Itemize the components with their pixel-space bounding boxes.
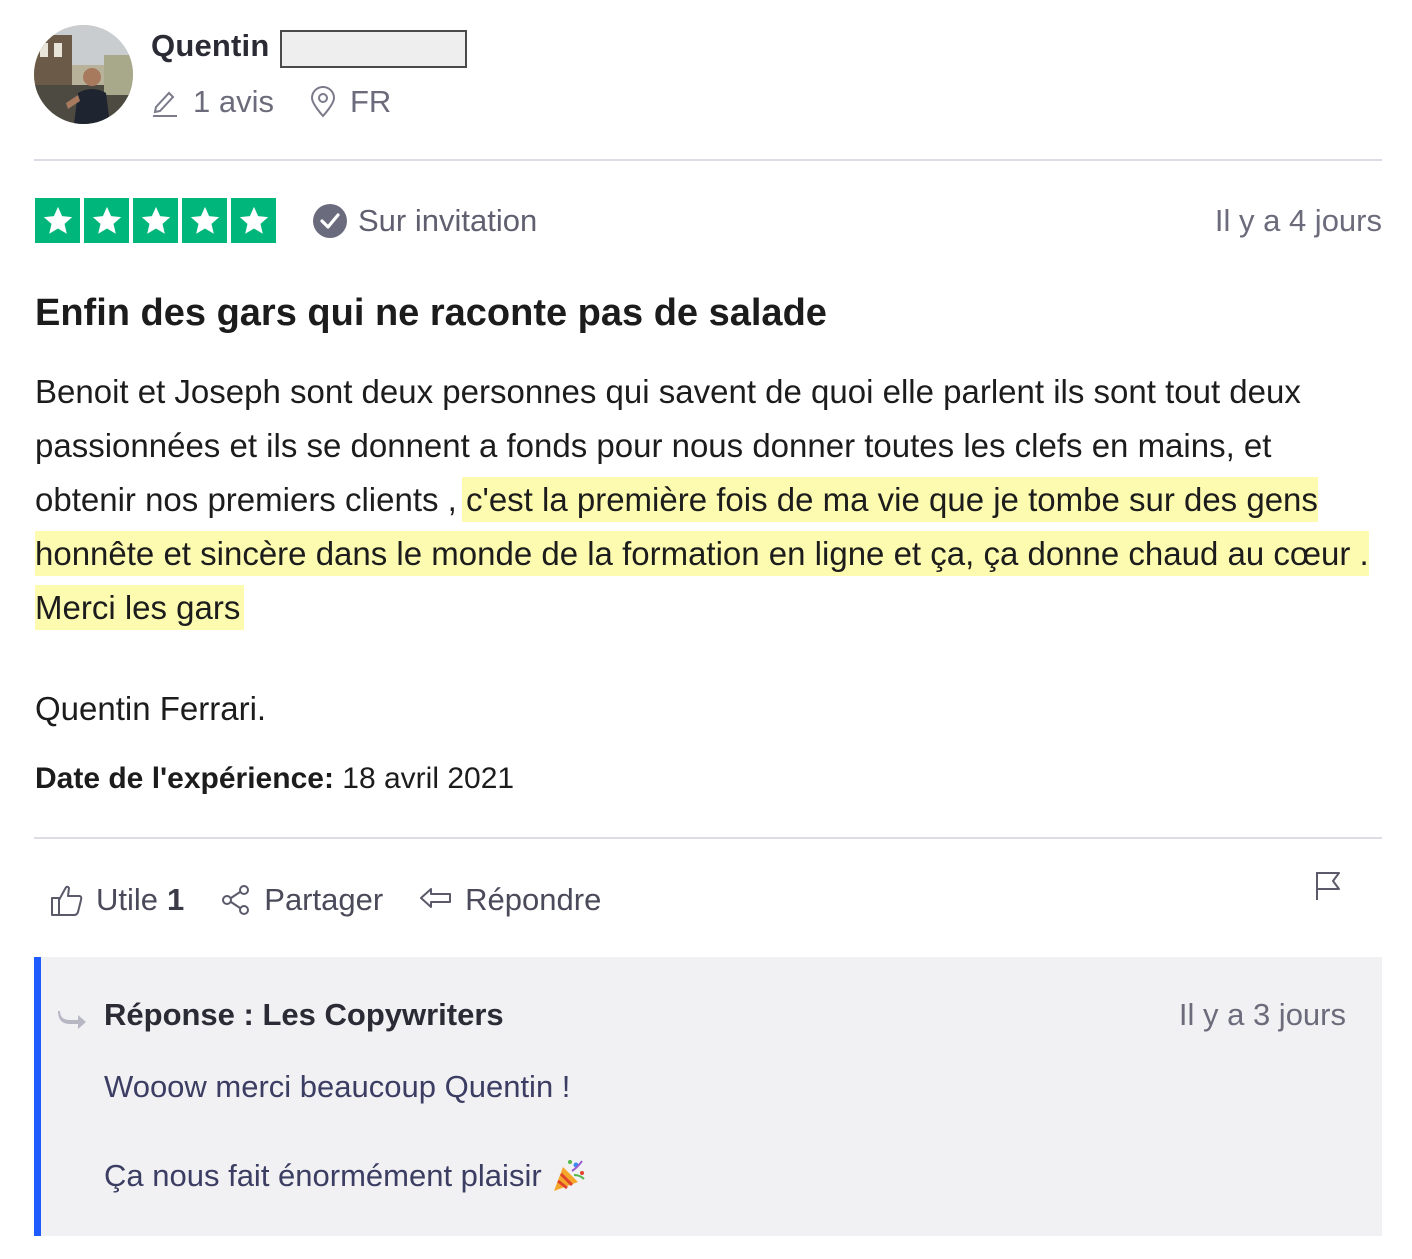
thumbs-up-icon (50, 883, 84, 917)
share-label: Partager (264, 882, 384, 917)
reply-accent-bar (34, 957, 41, 1236)
experience-date-label: Date de l'expérience: (35, 762, 334, 795)
reply-button[interactable]: Répondre (419, 882, 601, 918)
review-body: Benoit et Joseph sont deux personnes qui… (35, 365, 1375, 635)
location-pin-icon (310, 86, 336, 118)
reply-line-2-row: Ça nous fait énormément plaisir (104, 1158, 586, 1194)
star-icon (84, 198, 129, 243)
share-icon (220, 884, 252, 916)
star-icon (133, 198, 178, 243)
verified-check-icon (312, 203, 348, 239)
reviewer-avatar[interactable] (34, 25, 133, 124)
review-signature: Quentin Ferrari. (35, 690, 267, 727)
review-title: Enfin des gars qui ne raconte pas de sal… (35, 292, 827, 334)
experience-date: Date de l'expérience: 18 avril 2021 (35, 762, 514, 796)
useful-label: Utile (96, 882, 159, 917)
verification-label[interactable]: Sur invitation (312, 201, 537, 241)
redacted-surname (280, 30, 467, 68)
star-icon (35, 198, 80, 243)
star-icon (182, 198, 227, 243)
reply-date-relative: Il y a 3 jours (1178, 997, 1346, 1032)
pencil-icon (151, 87, 179, 117)
body-divider (34, 837, 1382, 839)
star-icon (231, 198, 276, 243)
reply-line-2: Ça nous fait énormément plaisir (104, 1158, 542, 1193)
share-button[interactable]: Partager (220, 882, 383, 918)
header-divider (34, 159, 1382, 161)
reply-heading: Réponse : Les Copywriters (104, 997, 504, 1032)
review-count: 1 avis (193, 84, 274, 119)
review-date-relative: Il y a 4 jours (1214, 203, 1382, 238)
reply-label: Répondre (465, 882, 602, 917)
useful-button[interactable]: Utile 1 (50, 882, 184, 918)
reply-arrow-icon (419, 885, 453, 915)
report-flag-icon[interactable] (1314, 870, 1344, 907)
useful-count: 1 (167, 882, 185, 917)
reply-indicator-icon (58, 1007, 88, 1034)
review-actions: Utile 1 Partager Répondre (50, 878, 637, 922)
star-rating (35, 198, 276, 243)
reply-line-1: Wooow merci beaucoup Quentin ! (104, 1069, 571, 1104)
company-reply: Réponse : Les Copywriters Il y a 3 jours… (34, 957, 1382, 1236)
reviewer-meta: 1 avis FR (151, 83, 391, 121)
experience-date-value: 18 avril 2021 (342, 762, 515, 795)
reviewer-country: FR (349, 84, 392, 119)
verification-text: Sur invitation (358, 203, 538, 238)
party-popper-icon (552, 1159, 586, 1193)
reviewer-name[interactable]: Quentin (151, 28, 270, 64)
